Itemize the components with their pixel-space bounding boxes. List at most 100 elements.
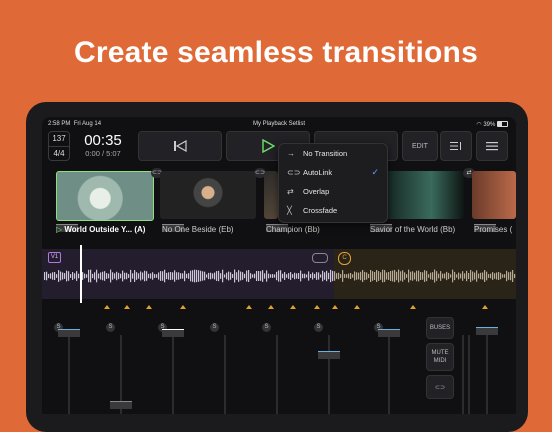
album-art	[382, 171, 464, 219]
menu-item-crossfade[interactable]: ╳ Crossfade	[279, 201, 387, 220]
track-card[interactable]: Promises (	[472, 171, 516, 241]
waveform-bar	[480, 272, 482, 280]
waveform-bar	[204, 271, 206, 281]
track-card[interactable]: No One Beside (Eb)	[160, 171, 260, 241]
setlist-button[interactable]	[440, 131, 472, 161]
waveform-bar	[504, 274, 506, 278]
fader-handle[interactable]	[162, 329, 184, 337]
waveform-bar	[482, 272, 484, 280]
waveform-bar	[468, 272, 470, 280]
buses-button[interactable]: BUSES	[426, 317, 454, 339]
cue-marker[interactable]	[124, 305, 130, 309]
mixer-channel[interactable]: S	[368, 323, 408, 414]
mute-midi-button[interactable]: MUTE MIDI	[426, 343, 454, 371]
waveform-bar	[426, 270, 428, 282]
waveform-bar	[284, 272, 286, 280]
play-indicator-icon: ▷	[56, 225, 63, 234]
cue-marker[interactable]	[354, 305, 360, 309]
mixer-channel[interactable]: S	[152, 323, 192, 414]
waveform-bar	[278, 270, 280, 282]
waveform-bar	[114, 273, 116, 279]
waveform-bar	[116, 271, 118, 281]
track-title: Promises (	[474, 224, 513, 234]
cue-marker[interactable]	[482, 305, 488, 309]
waveform-bar	[326, 270, 328, 282]
waveform-bar	[508, 272, 510, 280]
waveform-bar	[112, 272, 114, 280]
waveform-bar	[390, 270, 392, 282]
waveform-bar	[330, 269, 332, 283]
cue-marker[interactable]	[268, 305, 274, 309]
cue-marker[interactable]	[332, 305, 338, 309]
menu-item-no-transition[interactable]: → No Transition	[279, 144, 387, 163]
waveform-bar	[168, 272, 170, 280]
waveform-bar	[294, 272, 296, 280]
cue-marker[interactable]	[314, 305, 320, 309]
waveform-bar	[370, 270, 372, 282]
mixer-channel[interactable]: S	[48, 323, 88, 414]
cue-marker[interactable]	[410, 305, 416, 309]
mixer-channel[interactable]: S	[100, 323, 140, 414]
fader-handle[interactable]	[318, 351, 340, 359]
waveform-bar	[464, 273, 466, 279]
link-button[interactable]: ⊂⊃	[426, 375, 454, 399]
waveform-bar	[424, 270, 426, 282]
waveform-bar	[140, 271, 142, 281]
mixer-channel[interactable]: S	[204, 323, 244, 414]
cue-marker[interactable]	[146, 305, 152, 309]
waveform-bar	[258, 271, 260, 281]
menu-item-overlap[interactable]: ⇄ Overlap	[279, 182, 387, 201]
menu-item-autolink[interactable]: ⊂⊃ AutoLink ✓	[279, 163, 387, 182]
waveform-bar	[184, 270, 186, 282]
waveform-bar	[384, 270, 386, 282]
waveform-bar	[478, 273, 480, 279]
clock-elapsed: 0:00 / 5:07	[85, 149, 121, 158]
waveform-bar	[58, 270, 60, 282]
waveform-bar	[484, 270, 486, 282]
waveform-bar	[354, 271, 356, 281]
waveform-bar	[212, 273, 214, 279]
waveform-bar	[392, 270, 394, 282]
mixer-channel[interactable]: S	[308, 323, 348, 414]
waveform-bar	[108, 273, 110, 279]
cue-marker[interactable]	[104, 305, 110, 309]
cue-marker[interactable]	[290, 305, 296, 309]
waveform-bar	[408, 269, 410, 283]
cue-markers	[42, 305, 516, 311]
waveform-bar	[244, 273, 246, 279]
fader-handle[interactable]	[58, 329, 80, 337]
time-signature: 4/4	[53, 149, 65, 158]
mixer-channel[interactable]	[462, 323, 502, 414]
track-card[interactable]: ▷ World Outside Y... (A)	[56, 171, 156, 241]
waveform-bar	[512, 269, 514, 283]
mixer-channel[interactable]: S	[256, 323, 296, 414]
waveform-bar	[440, 271, 442, 281]
fader-handle[interactable]	[378, 329, 400, 337]
waveform-bar	[470, 269, 472, 283]
wifi-icon: ◠	[476, 122, 482, 128]
waveform-bar	[318, 272, 320, 280]
solo-button[interactable]: S	[106, 323, 115, 332]
battery-icon	[497, 121, 508, 128]
previous-button[interactable]	[138, 131, 222, 161]
cue-marker[interactable]	[246, 305, 252, 309]
solo-button[interactable]: S	[262, 323, 271, 332]
battery-indicator: ◠ 39%	[476, 121, 508, 128]
menu-button[interactable]	[476, 131, 508, 161]
waveform-bar	[396, 271, 398, 281]
waveform-timeline[interactable]: V1 C	[42, 245, 516, 303]
solo-button[interactable]: S	[314, 323, 323, 332]
tempo-box[interactable]: 137 4/4	[48, 131, 70, 161]
solo-button[interactable]: S	[210, 323, 219, 332]
fader-handle[interactable]	[476, 327, 498, 335]
waveform-bar	[416, 270, 418, 282]
waveform-bar	[450, 274, 452, 278]
waveform-bar	[210, 272, 212, 280]
edit-button[interactable]: EDIT	[402, 131, 438, 161]
hamburger-icon	[486, 142, 498, 151]
waveform-bar	[420, 271, 422, 281]
fader-handle[interactable]	[110, 401, 132, 409]
loop-icon[interactable]	[312, 253, 328, 263]
cue-marker[interactable]	[180, 305, 186, 309]
playhead[interactable]	[80, 245, 82, 303]
